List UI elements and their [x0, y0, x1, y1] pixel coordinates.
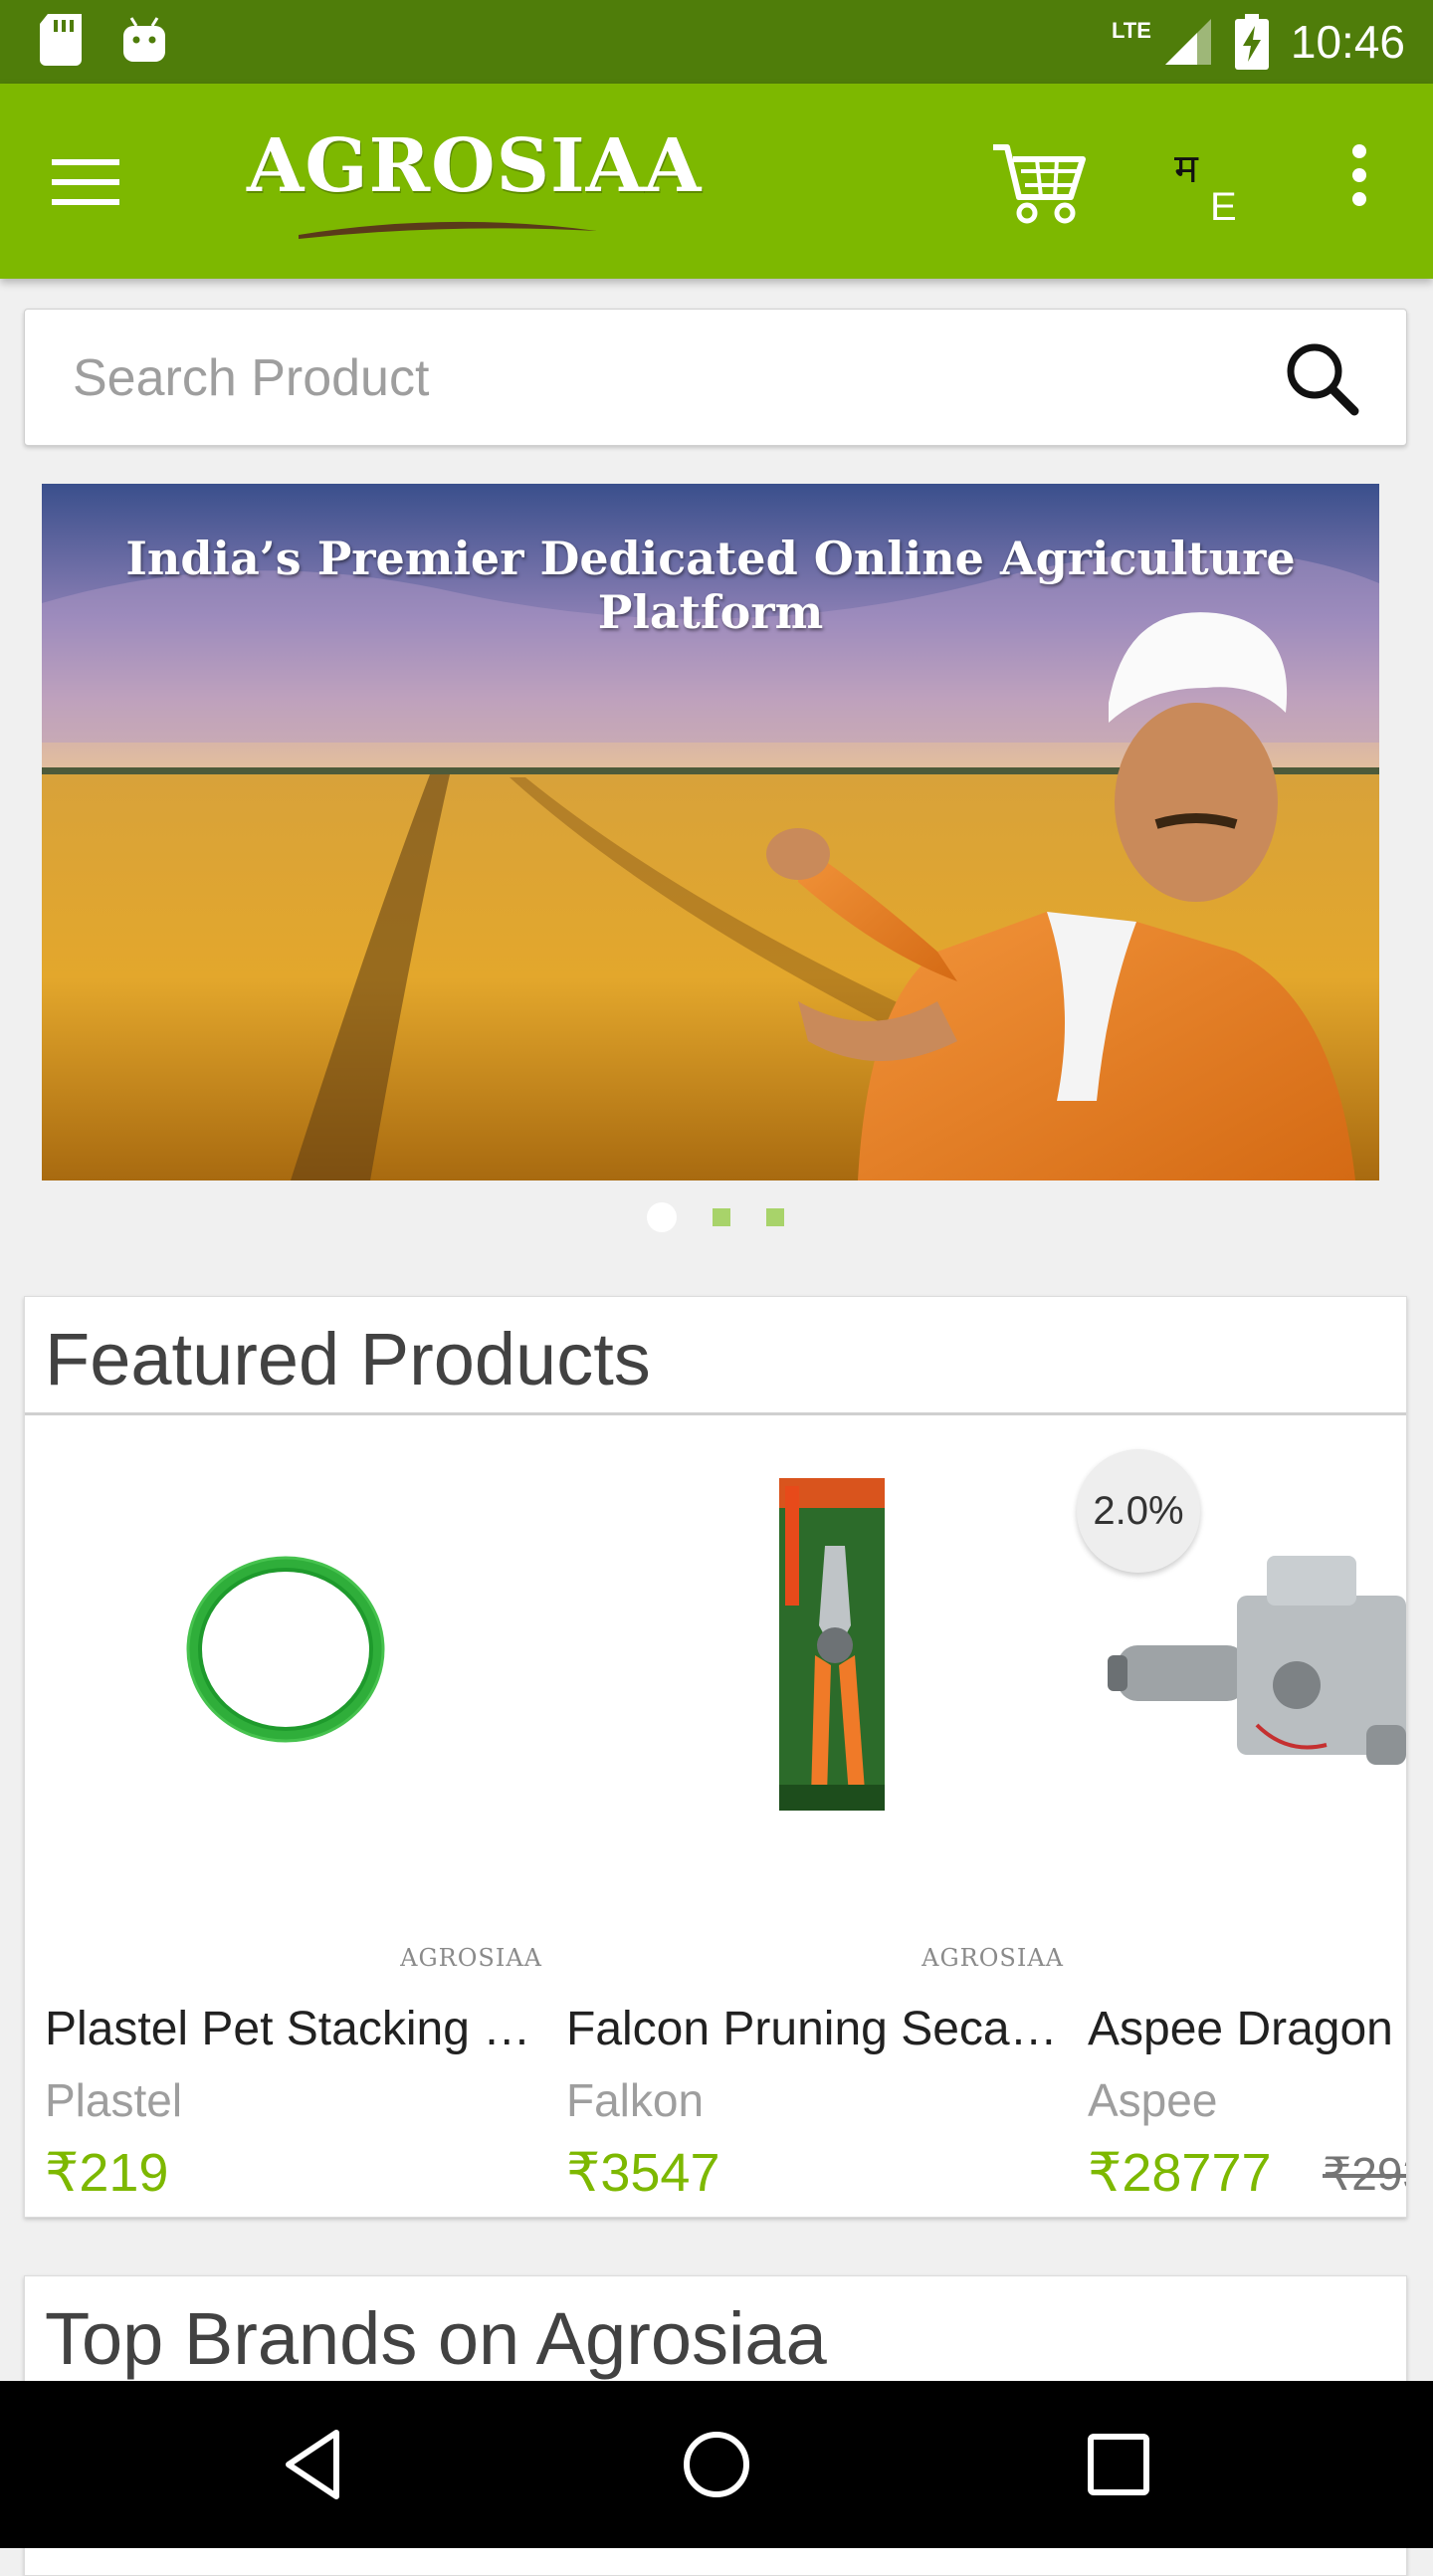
back-icon[interactable] [275, 2425, 354, 2504]
product-watermark: AGROSIAA [921, 1944, 1064, 1972]
menu-button[interactable] [52, 143, 141, 223]
product-brand: Falkon [566, 2074, 705, 2126]
sd-card-icon [40, 14, 82, 66]
banner-pager [647, 1202, 784, 1232]
product-price: ₹219 [45, 2143, 169, 2203]
recents-icon[interactable] [1079, 2425, 1158, 2504]
discount-badge: 2.0% [1077, 1449, 1200, 1573]
app-logo[interactable]: AGROSIAA [247, 123, 702, 209]
search-icon[interactable] [1283, 339, 1360, 417]
product-card[interactable]: AGROSIAA Plastel Pet Stacking … Plastel … [25, 1426, 542, 2203]
app-bar: AGROSIAA म E [0, 84, 1433, 279]
cart-button[interactable] [991, 139, 1091, 229]
menu-icon [52, 159, 119, 205]
clock: 10:46 [1290, 16, 1405, 68]
product-watermark: AGROSIAA [400, 1944, 542, 1972]
product-brand: Plastel [45, 2074, 183, 2126]
logo-swoosh [299, 221, 597, 239]
more-options-button[interactable] [1330, 143, 1389, 233]
product-mrp: ₹293 [1323, 2148, 1406, 2200]
status-bar: LTE 10:46 [0, 0, 1433, 84]
promo-banner[interactable]: India’s Premier Dedicated Online Agricul… [42, 484, 1379, 1181]
product-price: ₹28777 [1088, 2143, 1272, 2203]
product-name: Falcon Pruning Seca… [566, 2003, 1058, 2055]
signal-icon [1164, 19, 1211, 65]
system-nav-bar [0, 2381, 1433, 2548]
product-card[interactable]: AGROSIAA Falcon Pruning Seca… Falkon ₹35… [546, 1426, 1064, 2203]
language-toggle-button[interactable]: म E [1154, 139, 1254, 239]
search-input[interactable] [71, 339, 1249, 417]
featured-products-section: Featured Products AGROSIAA Plastel Pet S… [24, 1296, 1407, 2218]
product-price: ₹3547 [566, 2143, 720, 2203]
search-bar [24, 309, 1407, 446]
language-english: E [1210, 185, 1237, 229]
android-icon [123, 17, 165, 62]
pager-dot-active[interactable] [647, 1202, 677, 1232]
product-name: Aspee Dragon [1088, 2003, 1393, 2055]
product-image [186, 1556, 385, 1743]
product-brand: Aspee [1088, 2074, 1218, 2126]
battery-charging-icon [1234, 14, 1269, 70]
divider [25, 1412, 1406, 1415]
banner-title: India’s Premier Dedicated Online Agricul… [125, 532, 1296, 639]
pager-dot[interactable] [713, 1208, 730, 1226]
cart-icon [993, 144, 1086, 224]
pager-dot[interactable] [766, 1208, 784, 1226]
home-icon[interactable] [677, 2425, 756, 2504]
featured-title: Featured Products [45, 1318, 651, 1400]
language-hindi: म [1174, 146, 1198, 192]
product-name: Plastel Pet Stacking … [45, 2003, 531, 2055]
network-type: LTE [1111, 18, 1151, 43]
more-vert-icon [1352, 144, 1366, 206]
top-brands-title: Top Brands on Agrosiaa [45, 2297, 827, 2380]
product-image [779, 1478, 885, 1811]
